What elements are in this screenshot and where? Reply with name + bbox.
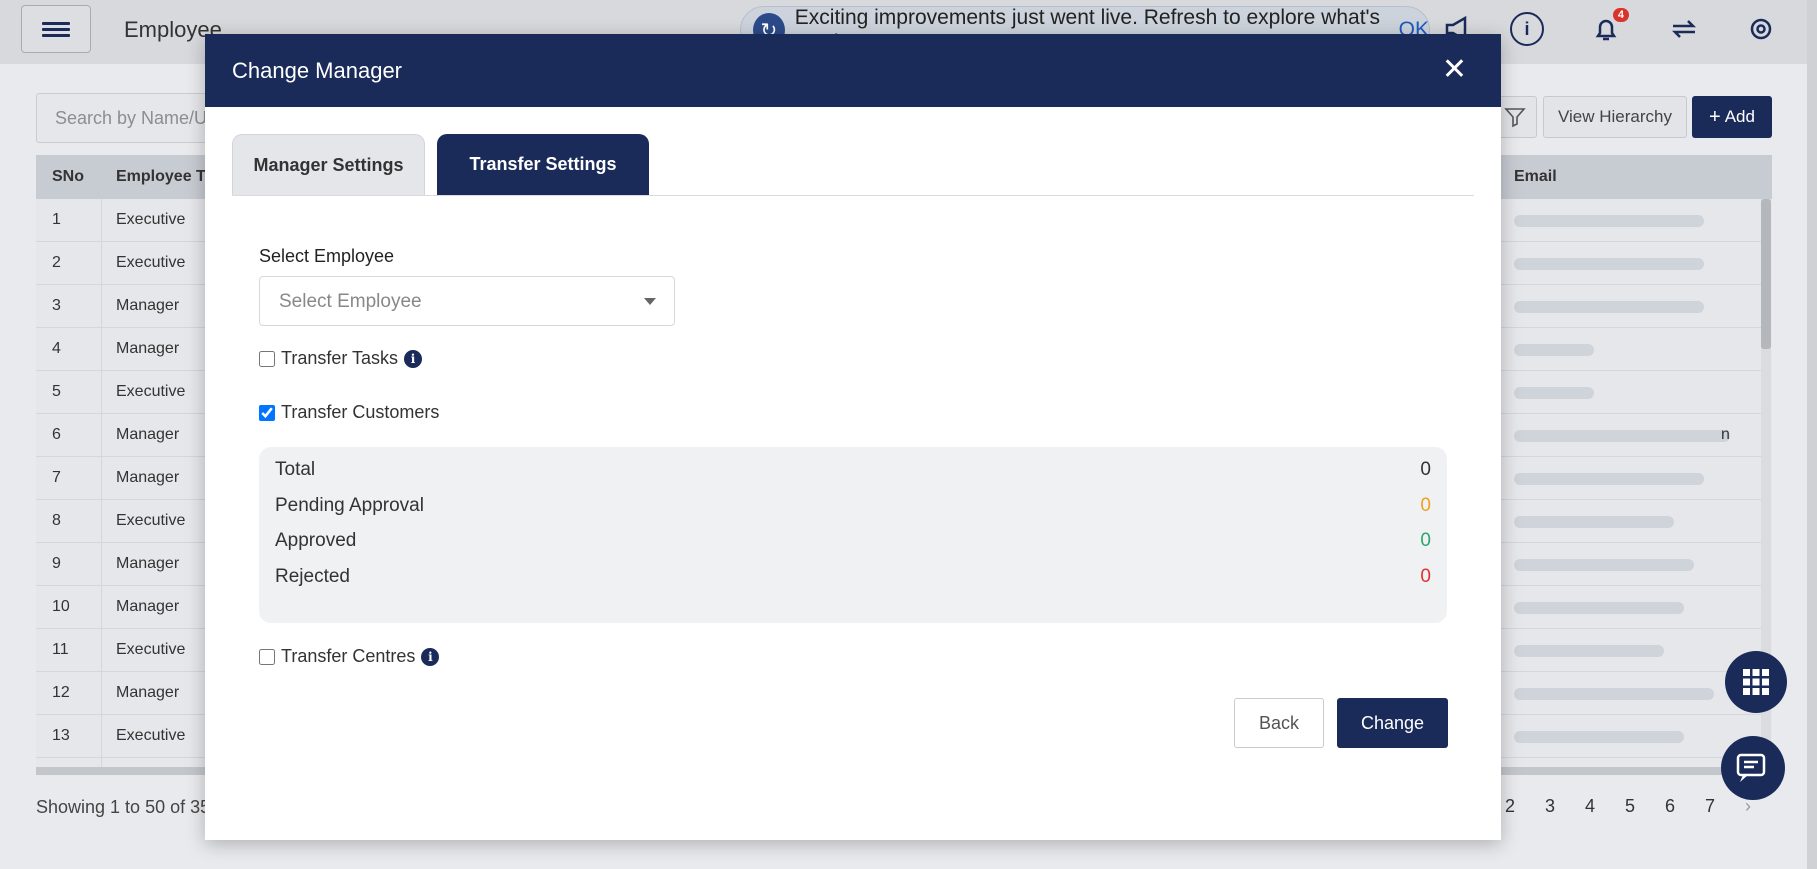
stat-pending-value: 0 <box>1420 494 1431 516</box>
select-employee-dropdown[interactable]: Select Employee <box>259 276 675 326</box>
dialog-header: Change Manager ✕ <box>205 34 1501 107</box>
change-manager-dialog: Change Manager ✕ Manager Settings Transf… <box>205 34 1501 840</box>
stat-total: Total 0 <box>275 459 1431 495</box>
transfer-customers-label: Transfer Customers <box>281 402 440 422</box>
transfer-centres-option: Transfer Centres i <box>259 646 440 667</box>
stat-pending-label: Pending Approval <box>275 494 424 516</box>
stat-rejected: Rejected 0 <box>275 566 1431 602</box>
change-button[interactable]: Change <box>1337 698 1448 748</box>
back-button[interactable]: Back <box>1234 698 1324 748</box>
transfer-summary-panel: Total 0 Pending Approval 0 Approved 0 Re… <box>259 447 1447 623</box>
info-icon[interactable]: i <box>421 647 440 666</box>
transfer-tasks-label: Transfer Tasks <box>281 348 399 368</box>
select-employee-label: Select Employee <box>259 246 395 266</box>
transfer-tasks-option: Transfer Tasks i <box>259 348 423 369</box>
tab-manager-settings[interactable]: Manager Settings <box>232 134 425 195</box>
dialog-tabs: Manager Settings Transfer Settings <box>232 134 1474 196</box>
stat-pending: Pending Approval 0 <box>275 495 1431 531</box>
transfer-tasks-checkbox[interactable] <box>259 350 275 367</box>
stat-rejected-value: 0 <box>1420 565 1431 587</box>
stat-approved-value: 0 <box>1420 530 1431 551</box>
transfer-centres-checkbox[interactable] <box>259 648 275 665</box>
select-employee-placeholder: Select Employee <box>279 291 422 312</box>
transfer-centres-label: Transfer Centres <box>281 646 416 666</box>
transfer-customers-checkbox[interactable] <box>259 404 275 421</box>
caret-down-icon <box>644 298 656 305</box>
stat-total-value: 0 <box>1420 459 1431 480</box>
stat-approved-label: Approved <box>275 530 357 551</box>
stat-total-label: Total <box>275 459 316 480</box>
tab-transfer-settings[interactable]: Transfer Settings <box>437 134 649 195</box>
close-icon[interactable]: ✕ <box>1442 55 1467 85</box>
stat-approved: Approved 0 <box>275 530 1431 566</box>
stat-rejected-label: Rejected <box>275 565 350 587</box>
page-scrollbar[interactable] <box>1807 0 1817 869</box>
dialog-title: Change Manager <box>232 57 403 83</box>
info-icon[interactable]: i <box>404 349 423 368</box>
transfer-customers-option: Transfer Customers <box>259 402 439 423</box>
